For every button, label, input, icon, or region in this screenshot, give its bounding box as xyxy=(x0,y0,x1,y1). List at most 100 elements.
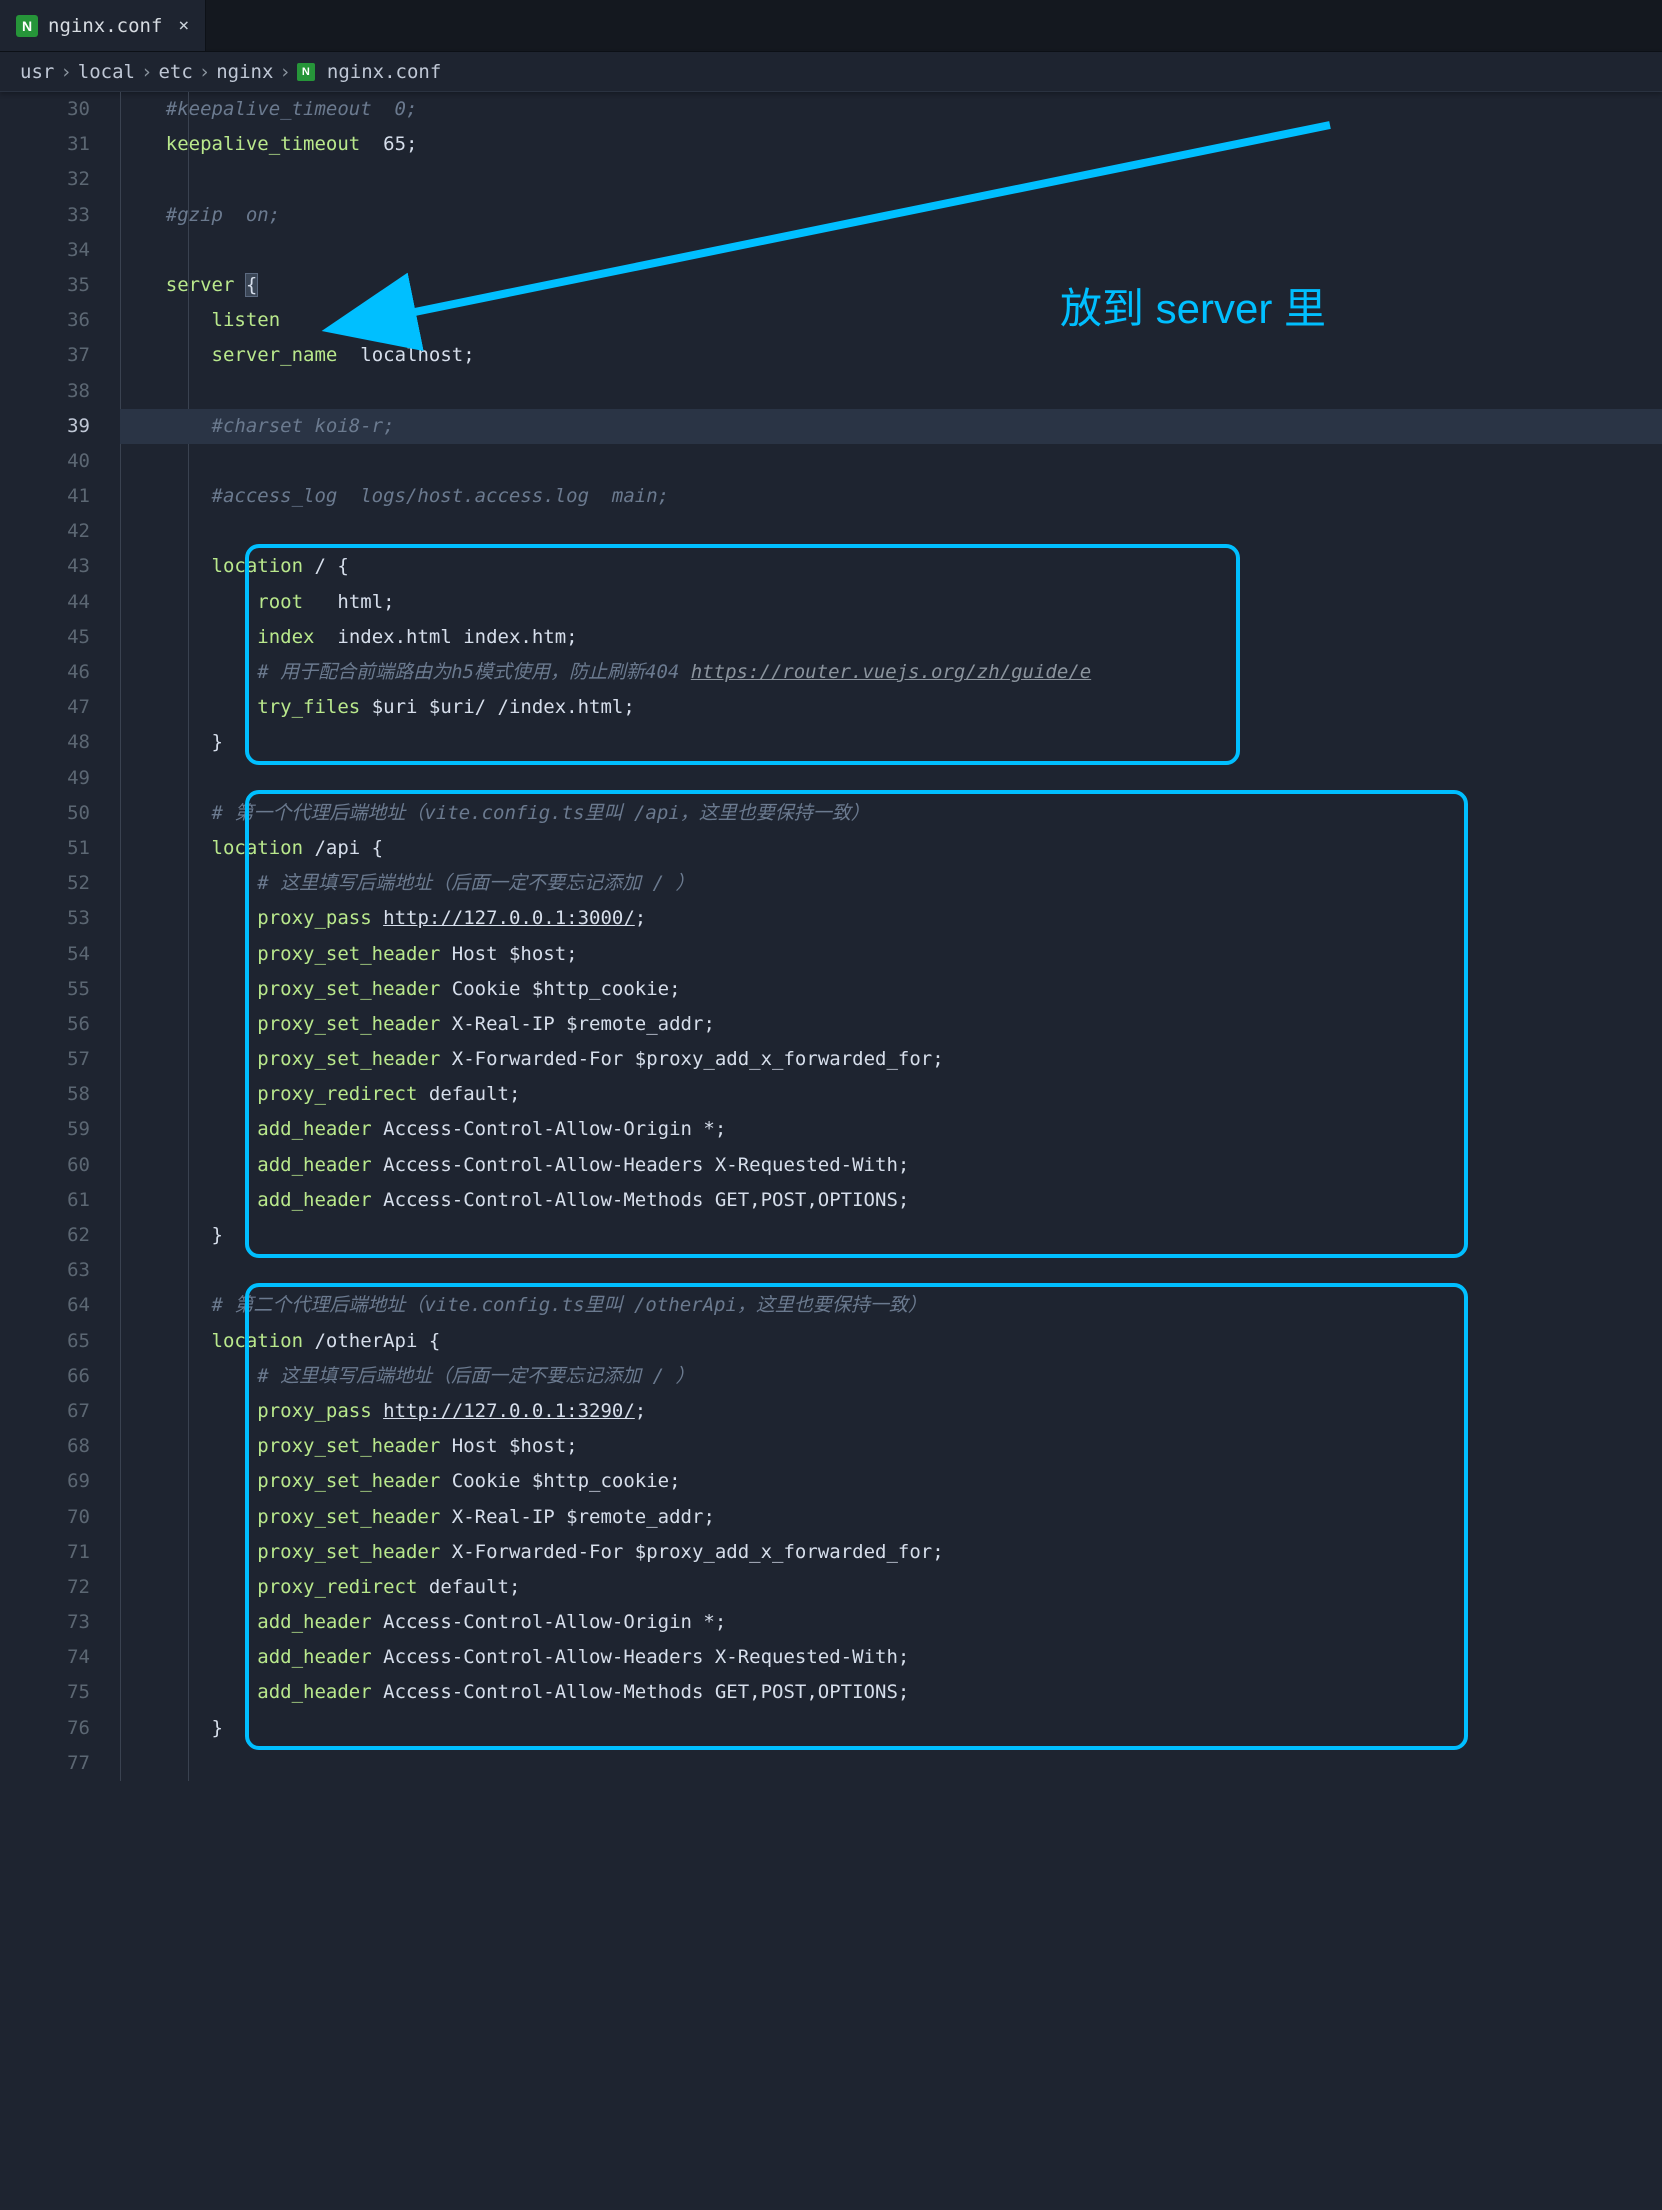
code-line[interactable]: #access_log logs/host.access.log main; xyxy=(120,479,1662,514)
line-number[interactable]: 75 xyxy=(0,1675,90,1710)
line-number[interactable]: 50 xyxy=(0,796,90,831)
line-number[interactable]: 46 xyxy=(0,655,90,690)
line-number[interactable]: 72 xyxy=(0,1570,90,1605)
line-number[interactable]: 34 xyxy=(0,233,90,268)
code-line[interactable]: index index.html index.htm; xyxy=(120,620,1662,655)
line-number[interactable]: 57 xyxy=(0,1042,90,1077)
line-number[interactable]: 68 xyxy=(0,1429,90,1464)
line-number[interactable]: 77 xyxy=(0,1746,90,1781)
code-line[interactable]: proxy_set_header Host $host; xyxy=(120,1429,1662,1464)
code-line[interactable]: listen 8080; xyxy=(120,303,1662,338)
line-number[interactable]: 64 xyxy=(0,1288,90,1323)
line-number[interactable]: 59 xyxy=(0,1112,90,1147)
code-line[interactable]: location /otherApi { xyxy=(120,1324,1662,1359)
line-number[interactable]: 53 xyxy=(0,901,90,936)
code-line[interactable]: add_header Access-Control-Allow-Methods … xyxy=(120,1675,1662,1710)
tab-active[interactable]: N nginx.conf × xyxy=(0,0,206,51)
line-number[interactable]: 47 xyxy=(0,690,90,725)
code-line[interactable]: # 用于配合前端路由为h5模式使用，防止刷新404 https://router… xyxy=(120,655,1662,690)
code-line[interactable]: proxy_set_header Cookie $http_cookie; xyxy=(120,1464,1662,1499)
code-line[interactable]: proxy_set_header Cookie $http_cookie; xyxy=(120,972,1662,1007)
line-number[interactable]: 65 xyxy=(0,1324,90,1359)
code-line[interactable]: proxy_set_header X-Forwarded-For $proxy_… xyxy=(120,1535,1662,1570)
code-line[interactable]: proxy_set_header X-Real-IP $remote_addr; xyxy=(120,1500,1662,1535)
line-number[interactable]: 52 xyxy=(0,866,90,901)
code-line[interactable]: } xyxy=(120,725,1662,760)
code-line[interactable]: #charset koi8-r; xyxy=(120,409,1662,444)
close-icon[interactable]: × xyxy=(178,15,189,36)
code-line[interactable]: } xyxy=(120,1218,1662,1253)
breadcrumb-segment[interactable]: usr xyxy=(20,61,54,83)
line-number[interactable]: 30 xyxy=(0,92,90,127)
code-line[interactable] xyxy=(120,1253,1662,1288)
line-number[interactable]: 33 xyxy=(0,198,90,233)
code-line[interactable]: keepalive_timeout 65; xyxy=(120,127,1662,162)
code-line[interactable] xyxy=(120,444,1662,479)
code-line[interactable] xyxy=(120,233,1662,268)
code-line[interactable]: add_header Access-Control-Allow-Headers … xyxy=(120,1148,1662,1183)
code-line[interactable]: try_files $uri $uri/ /index.html; xyxy=(120,690,1662,725)
code-line[interactable]: add_header Access-Control-Allow-Headers … xyxy=(120,1640,1662,1675)
line-number[interactable]: 31 xyxy=(0,127,90,162)
line-number[interactable]: 55 xyxy=(0,972,90,1007)
code-line[interactable]: location /api { xyxy=(120,831,1662,866)
code-line[interactable]: server_name localhost; xyxy=(120,338,1662,373)
code-line[interactable]: # 这里填写后端地址（后面一定不要忘记添加 / ） xyxy=(120,1359,1662,1394)
code-line[interactable]: # 这里填写后端地址（后面一定不要忘记添加 / ） xyxy=(120,866,1662,901)
code-line[interactable] xyxy=(120,374,1662,409)
line-number[interactable]: 39 xyxy=(0,409,90,444)
code-line[interactable] xyxy=(120,761,1662,796)
code-line[interactable]: proxy_redirect default; xyxy=(120,1570,1662,1605)
code-line[interactable]: #gzip on; xyxy=(120,198,1662,233)
line-number[interactable]: 74 xyxy=(0,1640,90,1675)
line-number[interactable]: 61 xyxy=(0,1183,90,1218)
line-number[interactable]: 58 xyxy=(0,1077,90,1112)
line-number[interactable]: 45 xyxy=(0,620,90,655)
line-number[interactable]: 56 xyxy=(0,1007,90,1042)
line-number[interactable]: 60 xyxy=(0,1148,90,1183)
code-line[interactable]: proxy_pass http://127.0.0.1:3290/; xyxy=(120,1394,1662,1429)
code-line[interactable]: root html; xyxy=(120,585,1662,620)
line-number[interactable]: 66 xyxy=(0,1359,90,1394)
line-number[interactable]: 38 xyxy=(0,374,90,409)
line-number[interactable]: 43 xyxy=(0,549,90,584)
editor[interactable]: 3031323334353637383940414243444546474849… xyxy=(0,92,1662,1781)
code-line[interactable]: server { xyxy=(120,268,1662,303)
line-number[interactable]: 67 xyxy=(0,1394,90,1429)
code-line[interactable]: proxy_set_header X-Real-IP $remote_addr; xyxy=(120,1007,1662,1042)
line-number[interactable]: 51 xyxy=(0,831,90,866)
line-number[interactable]: 63 xyxy=(0,1253,90,1288)
line-number[interactable]: 36 xyxy=(0,303,90,338)
code-line[interactable]: } xyxy=(120,1711,1662,1746)
line-number[interactable]: 73 xyxy=(0,1605,90,1640)
code-area[interactable]: #keepalive_timeout 0; keepalive_timeout … xyxy=(120,92,1662,1781)
code-line[interactable]: proxy_redirect default; xyxy=(120,1077,1662,1112)
line-gutter[interactable]: 3031323334353637383940414243444546474849… xyxy=(0,92,120,1781)
line-number[interactable]: 49 xyxy=(0,761,90,796)
code-line[interactable]: proxy_set_header Host $host; xyxy=(120,937,1662,972)
code-line[interactable] xyxy=(120,162,1662,197)
code-line[interactable]: add_header Access-Control-Allow-Methods … xyxy=(120,1183,1662,1218)
line-number[interactable]: 44 xyxy=(0,585,90,620)
breadcrumb-segment[interactable]: nginx xyxy=(216,61,273,83)
line-number[interactable]: 76 xyxy=(0,1711,90,1746)
line-number[interactable]: 62 xyxy=(0,1218,90,1253)
breadcrumb-segment[interactable]: local xyxy=(78,61,135,83)
line-number[interactable]: 54 xyxy=(0,937,90,972)
line-number[interactable]: 40 xyxy=(0,444,90,479)
line-number[interactable]: 35 xyxy=(0,268,90,303)
line-number[interactable]: 37 xyxy=(0,338,90,373)
breadcrumb-file[interactable]: nginx.conf xyxy=(327,61,441,83)
code-line[interactable] xyxy=(120,1746,1662,1781)
code-line[interactable]: location / { xyxy=(120,549,1662,584)
line-number[interactable]: 70 xyxy=(0,1500,90,1535)
code-line[interactable]: proxy_pass http://127.0.0.1:3000/; xyxy=(120,901,1662,936)
line-number[interactable]: 71 xyxy=(0,1535,90,1570)
code-line[interactable]: add_header Access-Control-Allow-Origin *… xyxy=(120,1605,1662,1640)
line-number[interactable]: 32 xyxy=(0,162,90,197)
breadcrumb-segment[interactable]: etc xyxy=(158,61,192,83)
line-number[interactable]: 69 xyxy=(0,1464,90,1499)
breadcrumb[interactable]: usr › local › etc › nginx › Nnginx.conf xyxy=(0,52,1662,92)
line-number[interactable]: 48 xyxy=(0,725,90,760)
code-line[interactable]: # 第一个代理后端地址（vite.config.ts里叫 /api，这里也要保持… xyxy=(120,796,1662,831)
